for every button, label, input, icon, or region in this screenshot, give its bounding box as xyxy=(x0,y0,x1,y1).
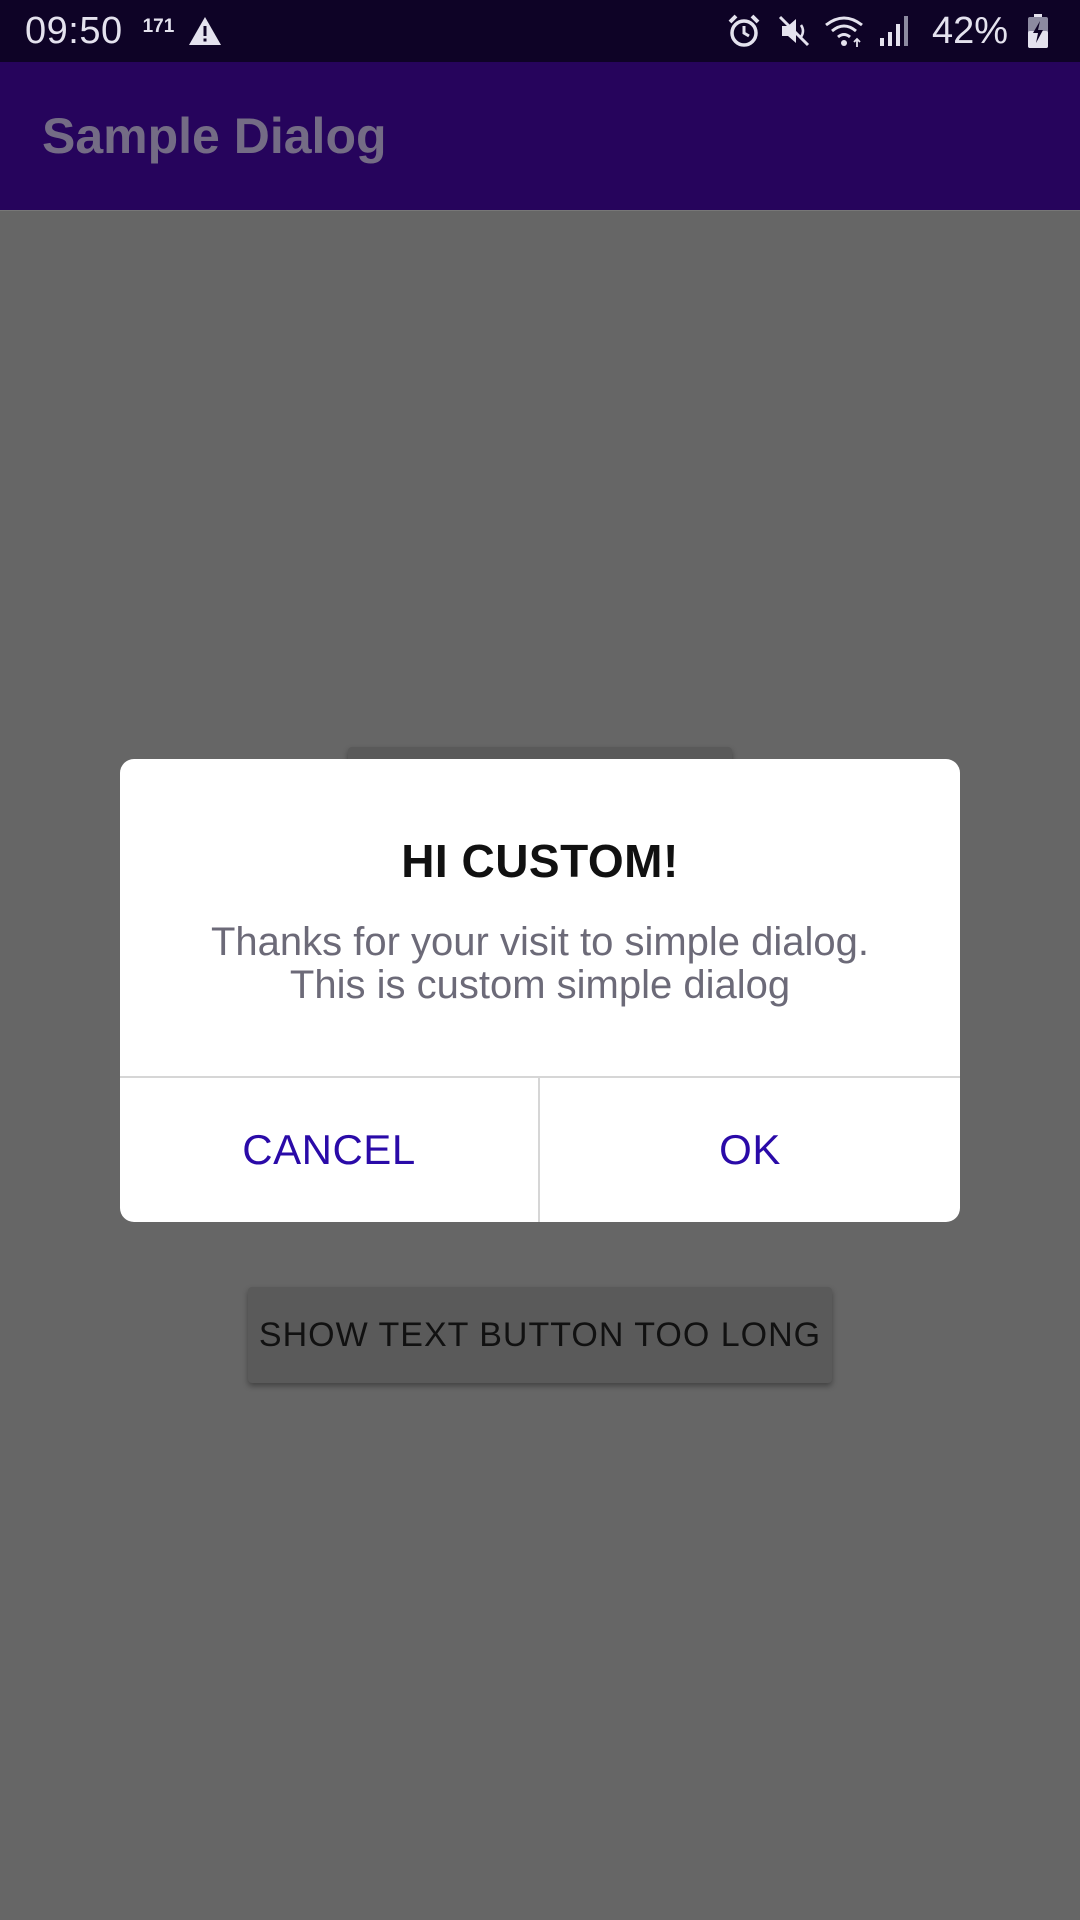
status-time: 09:50 xyxy=(25,9,123,52)
mute-icon xyxy=(774,11,814,51)
screen: 09:50 171 42% Sample Dialog SHOW TEXT BU… xyxy=(0,0,1080,1920)
status-bar: 09:50 171 42% xyxy=(0,0,1080,62)
battery-charging-icon xyxy=(1018,11,1058,51)
wifi-icon xyxy=(824,11,864,51)
status-icons: 42% xyxy=(724,10,1058,53)
battery-percentage: 42% xyxy=(931,9,1008,52)
custom-dialog: HI CUSTOM! Thanks for your visit to simp… xyxy=(120,759,960,1222)
app-title: Sample Dialog xyxy=(42,108,387,164)
dialog-message-line-2: This is custom simple dialog xyxy=(289,963,791,1007)
alarm-icon xyxy=(724,11,764,51)
warning-icon xyxy=(188,15,224,47)
cancel-button[interactable]: CANCEL xyxy=(120,1078,538,1222)
dialog-message: Thanks for your visit to simple dialog. … xyxy=(150,921,930,1007)
app-bar: Sample Dialog xyxy=(0,62,1080,210)
dialog-title: HI CUSTOM! xyxy=(401,835,679,887)
dialog-message-line-1: Thanks for your visit to simple dialog. xyxy=(210,920,870,964)
ok-button[interactable]: OK xyxy=(540,1078,960,1222)
signal-icon xyxy=(874,11,914,51)
show-text-button-too-long: SHOW TEXT BUTTON TOO LONG xyxy=(248,1287,832,1383)
status-notification-count: 171 xyxy=(142,16,175,37)
